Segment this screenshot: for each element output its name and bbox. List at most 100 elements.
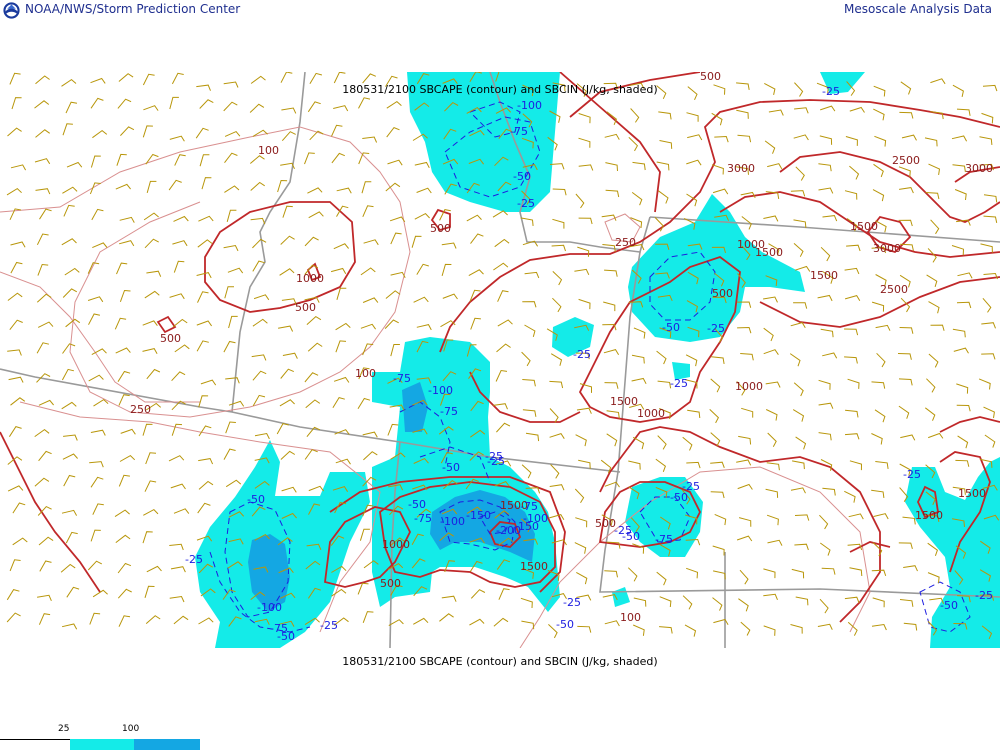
wind-barb bbox=[792, 460, 805, 470]
wind-barb bbox=[7, 485, 24, 492]
wind-barb bbox=[632, 161, 646, 171]
wind-barb bbox=[228, 315, 238, 329]
wind-barb bbox=[659, 140, 673, 149]
cin-label: -50 bbox=[556, 618, 574, 631]
wind-barb bbox=[333, 72, 346, 84]
wind-barb bbox=[119, 454, 136, 462]
wind-barb bbox=[820, 105, 836, 112]
wind-barb bbox=[116, 153, 127, 166]
organization-link[interactable]: NOAA/NWS/Storm Prediction Center bbox=[25, 2, 240, 16]
wind-barb bbox=[387, 159, 403, 166]
wind-barb bbox=[199, 154, 210, 167]
wind-barb bbox=[168, 455, 185, 462]
wind-barb bbox=[63, 434, 78, 441]
wind-barb bbox=[578, 137, 591, 148]
wind-barb bbox=[927, 572, 940, 584]
wind-barb bbox=[115, 347, 131, 354]
wind-barb bbox=[308, 211, 324, 219]
wind-barb bbox=[117, 562, 132, 574]
wind-barb bbox=[549, 433, 565, 439]
wind-barb bbox=[710, 461, 725, 468]
cape-label: 1000 bbox=[735, 380, 763, 393]
wind-barb bbox=[575, 434, 587, 447]
wind-barb bbox=[928, 163, 941, 175]
wind-barb bbox=[790, 624, 803, 634]
wind-barb bbox=[390, 232, 402, 245]
cape-label: 500 bbox=[295, 301, 316, 314]
wind-barb bbox=[712, 597, 723, 611]
wind-barb bbox=[66, 161, 83, 168]
wind-barb bbox=[822, 352, 838, 359]
wind-barb bbox=[736, 459, 752, 466]
wind-barb bbox=[169, 96, 179, 110]
wind-barb bbox=[817, 623, 833, 630]
wind-barb bbox=[6, 612, 21, 623]
wind-barb bbox=[8, 426, 22, 437]
wind-barb bbox=[362, 73, 376, 84]
wind-barb bbox=[897, 353, 912, 360]
wind-barb bbox=[9, 559, 21, 572]
wind-barb bbox=[143, 212, 159, 221]
wind-barb bbox=[146, 270, 162, 277]
wind-barb bbox=[872, 597, 885, 608]
cin-label: -25 bbox=[903, 468, 921, 481]
cape-label: 1000 bbox=[382, 538, 410, 551]
wind-barb bbox=[819, 514, 829, 530]
wind-barb bbox=[956, 219, 971, 226]
wind-barb bbox=[333, 243, 349, 250]
wind-barb bbox=[657, 380, 672, 389]
wind-barb bbox=[525, 432, 540, 442]
wind-barb bbox=[223, 448, 236, 460]
wind-barb bbox=[765, 409, 778, 421]
wind-barb bbox=[575, 517, 588, 528]
wind-barb bbox=[522, 379, 536, 387]
cape-label: 1500 bbox=[915, 509, 943, 522]
wind-barb bbox=[710, 491, 725, 499]
wind-barb bbox=[737, 483, 753, 490]
cin-label: -50 bbox=[442, 461, 460, 474]
wind-barb bbox=[466, 214, 482, 222]
wind-barb bbox=[633, 327, 646, 339]
wind-barb bbox=[357, 397, 371, 410]
cin-label: -75 bbox=[520, 500, 538, 513]
wind-barb bbox=[39, 208, 52, 220]
wind-barb bbox=[714, 513, 727, 526]
wind-barb bbox=[900, 434, 916, 441]
wind-barb bbox=[818, 163, 832, 172]
cin-label: -25 bbox=[517, 197, 535, 210]
wind-barb bbox=[196, 272, 212, 279]
wind-barb bbox=[119, 216, 135, 223]
wind-barb bbox=[875, 324, 891, 331]
wind-barb bbox=[628, 460, 641, 470]
wind-barb bbox=[899, 599, 914, 607]
wind-barb bbox=[416, 187, 432, 194]
wind-barb bbox=[6, 187, 22, 196]
wind-barb bbox=[738, 435, 752, 445]
wind-barb bbox=[173, 615, 189, 625]
wind-barb bbox=[871, 433, 883, 445]
cape-label: 500 bbox=[160, 332, 181, 345]
cin-label: -25 bbox=[185, 553, 203, 566]
wind-barb bbox=[279, 399, 295, 407]
wind-barb bbox=[928, 353, 939, 368]
wind-barb bbox=[197, 239, 213, 248]
legend-swatch-100 bbox=[134, 739, 200, 750]
wind-barb bbox=[605, 162, 618, 172]
wind-barb bbox=[844, 596, 860, 603]
wind-barb bbox=[470, 233, 484, 244]
wind-barb bbox=[550, 353, 563, 366]
wind-barb bbox=[38, 613, 51, 625]
wind-barb bbox=[952, 328, 966, 338]
wind-barb bbox=[144, 238, 159, 249]
wind-barb bbox=[951, 135, 968, 142]
wind-barb bbox=[657, 435, 667, 450]
wind-barb bbox=[307, 187, 323, 194]
cin-color-legend: 25 100 bbox=[0, 724, 205, 751]
wind-barb bbox=[604, 133, 620, 140]
wind-barb bbox=[632, 543, 645, 554]
cin-label: -75 bbox=[414, 512, 432, 525]
wind-barb bbox=[736, 535, 753, 542]
wind-barb bbox=[305, 399, 321, 409]
wind-barb bbox=[820, 328, 834, 338]
wind-barb bbox=[277, 179, 288, 193]
